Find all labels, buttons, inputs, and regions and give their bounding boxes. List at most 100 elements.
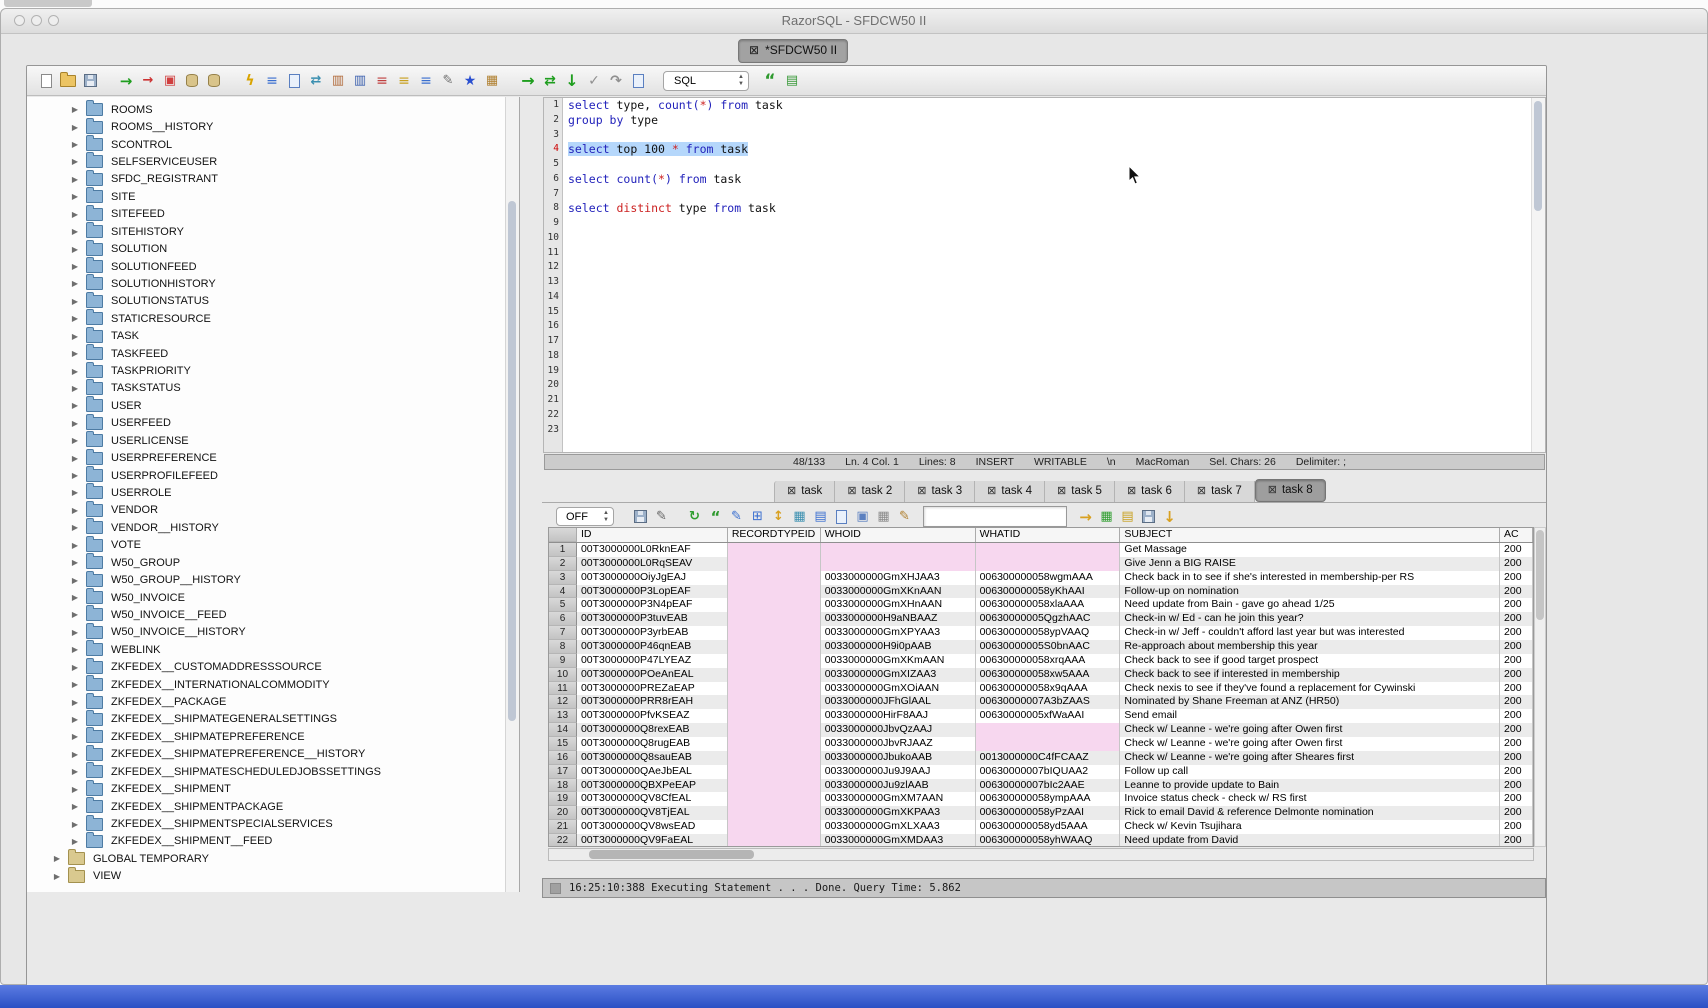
cell-recordtypeid[interactable]: [728, 585, 821, 599]
expand-triangle-icon[interactable]: ▶: [70, 680, 80, 689]
expand-triangle-icon[interactable]: ▶: [70, 523, 80, 532]
execute-arrow-icon[interactable]: →: [517, 71, 539, 91]
cell-subject[interactable]: Nominated by Shane Freeman at ANZ (HR50): [1120, 695, 1500, 709]
code-line-15[interactable]: [568, 305, 1531, 320]
cell-whoid[interactable]: 0033000000JbvQzAAJ: [821, 723, 976, 737]
expand-triangle-icon[interactable]: ▶: [70, 820, 80, 829]
row-number[interactable]: 8: [549, 640, 577, 654]
download-arrow-icon[interactable]: ↓: [1159, 507, 1180, 526]
row-number[interactable]: 12: [549, 695, 577, 709]
expand-triangle-icon[interactable]: ▶: [70, 123, 80, 132]
db-tool-icon[interactable]: [203, 71, 225, 91]
cell-subject[interactable]: Check-in w/ Jeff - couldn't afford last …: [1120, 626, 1500, 640]
cell-whatid[interactable]: 006300000058wgmAAA: [976, 571, 1121, 585]
cell-id[interactable]: 00T3000000QV8wsEAD: [577, 820, 728, 834]
code-line-13[interactable]: [568, 275, 1531, 290]
cell-ac[interactable]: 200: [1500, 626, 1533, 640]
cell-subject[interactable]: Check back to see if interested in membe…: [1120, 668, 1500, 682]
cell-whoid[interactable]: 0033000000Ju9J9AAJ: [821, 765, 976, 779]
cell-whoid[interactable]: 0033000000GmXKPAA3: [821, 806, 976, 820]
row-number[interactable]: 22: [549, 834, 577, 847]
editor-scrollbar[interactable]: [1531, 98, 1545, 452]
tree-item-w50-invoice-history[interactable]: ▶W50_INVOICE__HISTORY: [27, 624, 519, 641]
cell-whoid[interactable]: 0033000000GmXHnAAN: [821, 598, 976, 612]
tree-item-staticresource[interactable]: ▶STATICRESOURCE: [27, 310, 519, 327]
expand-triangle-icon[interactable]: ▶: [70, 645, 80, 654]
new-note-icon[interactable]: ▤: [1117, 507, 1138, 526]
cell-id[interactable]: 00T3000000QV8TjEAL: [577, 806, 728, 820]
cell-whatid[interactable]: 006300000058ympAAA: [976, 792, 1121, 806]
cell-id[interactable]: 00T3000000PRR8rEAH: [577, 695, 728, 709]
cell-recordtypeid[interactable]: [728, 806, 821, 820]
key-pencil-icon[interactable]: ✎: [894, 507, 915, 526]
cell-subject[interactable]: Check back in to see if she's interested…: [1120, 571, 1500, 585]
close-tab-icon[interactable]: ⊠: [1057, 485, 1066, 497]
tree-item-task[interactable]: ▶TASK: [27, 327, 519, 344]
tree-item-zkfedex-shipment[interactable]: ▶ZKFEDEX__SHIPMENT: [27, 780, 519, 797]
cell-ac[interactable]: 200: [1500, 682, 1533, 696]
apply-arrow-icon[interactable]: →: [1075, 507, 1096, 526]
result-tab-task-6[interactable]: ⊠task 6: [1115, 481, 1185, 502]
tree-item-zkfedex-package[interactable]: ▶ZKFEDEX__PACKAGE: [27, 693, 519, 710]
expand-triangle-icon[interactable]: ▶: [70, 192, 80, 201]
cell-recordtypeid[interactable]: [728, 598, 821, 612]
row-number[interactable]: 4: [549, 585, 577, 599]
code-line-3[interactable]: [568, 128, 1531, 143]
tree-item-sitehistory[interactable]: ▶SITEHISTORY: [27, 223, 519, 240]
cell-recordtypeid[interactable]: [728, 543, 821, 557]
cell-ac[interactable]: 200: [1500, 668, 1533, 682]
cell-whatid[interactable]: [976, 723, 1121, 737]
row-number[interactable]: 7: [549, 626, 577, 640]
cell-subject[interactable]: Leanne to provide update to Bain: [1120, 779, 1500, 793]
result-tab-task-3[interactable]: ⊠task 3: [905, 481, 975, 502]
cell-ac[interactable]: 200: [1500, 806, 1533, 820]
close-tab-icon[interactable]: ⊠: [1268, 484, 1277, 496]
tree-item-site[interactable]: ▶SITE: [27, 188, 519, 205]
run-lightning-icon[interactable]: ϟ: [239, 71, 261, 91]
grid-vscroll-thumb[interactable]: [1536, 530, 1544, 620]
close-tab-icon[interactable]: ⊠: [1127, 485, 1136, 497]
expand-triangle-icon[interactable]: ▶: [70, 558, 80, 567]
cell-whatid[interactable]: 006300000058yKhAAI: [976, 585, 1121, 599]
expand-triangle-icon[interactable]: ▶: [70, 506, 80, 515]
code-line-8[interactable]: select distinct type from task: [568, 201, 1531, 216]
cell-recordtypeid[interactable]: [728, 779, 821, 793]
cell-whoid[interactable]: [821, 557, 976, 571]
cell-whatid[interactable]: 00630000005QgzhAAC: [976, 612, 1121, 626]
expand-triangle-icon[interactable]: ▶: [70, 314, 80, 323]
code-line-21[interactable]: [568, 393, 1531, 408]
cell-whoid[interactable]: 0033000000GmXM7AAN: [821, 792, 976, 806]
result-tab-task-4[interactable]: ⊠task 4: [975, 481, 1045, 502]
row-number[interactable]: 9: [549, 654, 577, 668]
cell-whatid[interactable]: 0013000000C4fFCAAZ: [976, 751, 1121, 765]
cell-whatid[interactable]: 006300000058yPzAAI: [976, 806, 1121, 820]
code-line-19[interactable]: [568, 364, 1531, 379]
cell-ac[interactable]: 200: [1500, 695, 1533, 709]
cell-recordtypeid[interactable]: [728, 723, 821, 737]
expand-triangle-icon[interactable]: ▶: [70, 541, 80, 550]
expand-triangle-icon[interactable]: ▶: [70, 750, 80, 759]
tree-item-selfserviceuser[interactable]: ▶SELFSERVICEUSER: [27, 153, 519, 170]
code-line-6[interactable]: select count(*) from task: [568, 172, 1531, 187]
cell-whatid[interactable]: 00630000007bIQUAA2: [976, 765, 1121, 779]
expand-triangle-icon[interactable]: ▶: [70, 454, 80, 463]
expand-triangle-icon[interactable]: ▶: [70, 279, 80, 288]
cell-whatid[interactable]: [976, 737, 1121, 751]
row-number[interactable]: 2: [549, 557, 577, 571]
tree-scrollbar-thumb[interactable]: [508, 201, 516, 721]
cell-whoid[interactable]: 0033000000GmXPYAA3: [821, 626, 976, 640]
expand-triangle-icon[interactable]: ▶: [70, 593, 80, 602]
cell-id[interactable]: 00T3000000P3tuvEAB: [577, 612, 728, 626]
code-line-18[interactable]: [568, 349, 1531, 364]
tree-item-sitefeed[interactable]: ▶SITEFEED: [27, 206, 519, 223]
cell-whoid[interactable]: [821, 543, 976, 557]
column-header-recordtypeid[interactable]: RECORDTYPEID: [728, 528, 821, 542]
result-tab-task-2[interactable]: ⊠task 2: [835, 481, 905, 502]
close-tab-icon[interactable]: ⊠: [787, 485, 796, 497]
expand-triangle-icon[interactable]: ▶: [70, 297, 80, 306]
cell-whoid[interactable]: 0033000000GmXKnAAN: [821, 585, 976, 599]
sort-lines-icon[interactable]: ≡: [393, 71, 415, 91]
window-titlebar[interactable]: RazorSQL - SFDCW50 II: [1, 9, 1707, 34]
cell-subject[interactable]: Follow-up on nomination: [1120, 585, 1500, 599]
new-db-object-icon[interactable]: [181, 71, 203, 91]
